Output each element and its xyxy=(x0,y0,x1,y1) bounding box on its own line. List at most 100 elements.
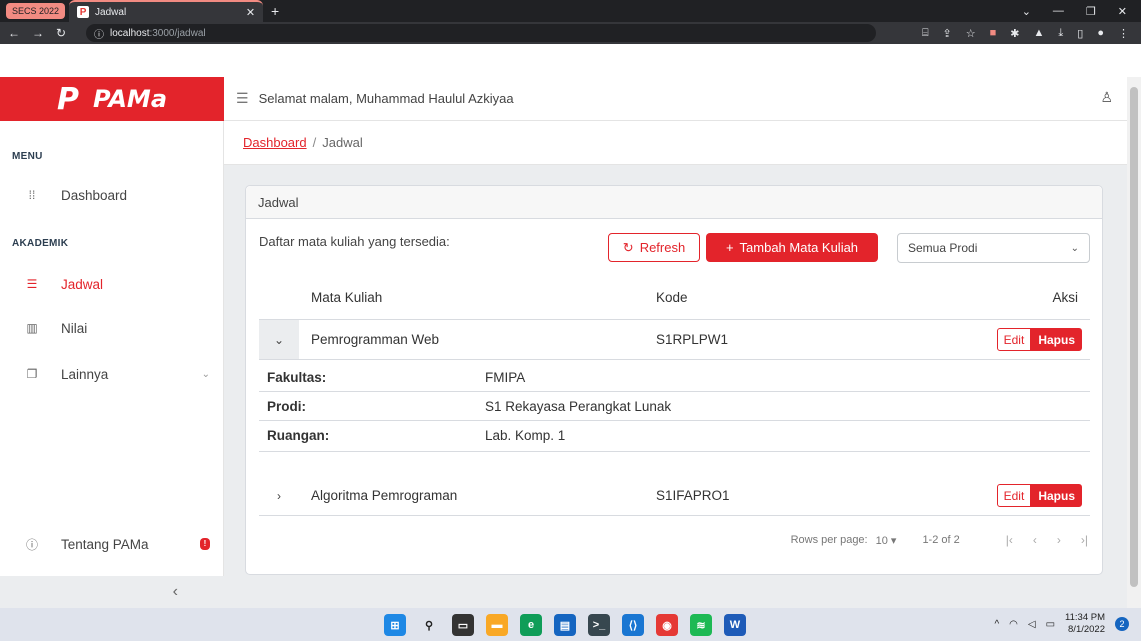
back-icon[interactable]: ← xyxy=(8,26,20,40)
windows-start-icon[interactable]: ⊞ xyxy=(384,614,406,636)
breadcrumb-dashboard-link[interactable]: Dashboard xyxy=(243,135,307,150)
close-window-icon[interactable]: ✕ xyxy=(1118,5,1127,18)
add-course-button[interactable]: + Tambah Mata Kuliah xyxy=(706,233,878,262)
sidebar: P PAMa MENU ⁞⁞ Dashboard AKADEMIK ☰ Jadw… xyxy=(0,77,224,608)
browser-menu-icon[interactable]: ⋮ xyxy=(1118,27,1129,40)
minimize-icon[interactable]: — xyxy=(1053,5,1064,18)
url-field[interactable]: ⓘ localhost:3000/jadwal xyxy=(86,24,876,42)
row-actions: Edit Hapus xyxy=(996,484,1082,507)
lab-flask-icon[interactable]: ▲ xyxy=(1034,27,1045,40)
table-row[interactable]: ⌄ Pemrogramman Web S1RPLPW1 Edit Hapus xyxy=(259,320,1090,360)
prodi-selected-value: Semua Prodi xyxy=(908,241,978,255)
edit-button[interactable]: Edit xyxy=(996,328,1032,351)
delete-button[interactable]: Hapus xyxy=(1031,484,1082,507)
sidebar-item-label: Jadwal xyxy=(61,276,104,292)
word-icon[interactable]: W xyxy=(724,614,746,636)
course-code: S1IFAPRO1 xyxy=(656,488,730,503)
sidebar-collapse-button[interactable]: ‹ xyxy=(0,576,224,608)
tray-overflow-icon[interactable]: ^ xyxy=(994,619,999,630)
vscode-icon[interactable]: ⟨⟩ xyxy=(622,614,644,636)
sidebar-item-lainnya[interactable]: ❐ Lainnya ⌄ xyxy=(0,357,224,391)
prev-page-icon[interactable]: ‹ xyxy=(1033,533,1037,547)
column-header-aksi: Aksi xyxy=(1052,290,1078,305)
tab-title: Jadwal xyxy=(95,6,127,18)
site-info-icon[interactable]: ⓘ xyxy=(94,26,104,41)
notification-badge[interactable]: 2 xyxy=(1115,617,1129,631)
edge-browser-icon[interactable]: e xyxy=(520,614,542,636)
clock[interactable]: 11:34 PM 8/1/2022 xyxy=(1065,612,1105,636)
browser-tab-jadwal[interactable]: P Jadwal ✕ xyxy=(69,0,264,22)
refresh-button[interactable]: ↻ Refresh xyxy=(608,233,700,262)
pama-favicon-icon: P xyxy=(77,6,90,18)
user-icon[interactable]: ♙ xyxy=(1100,89,1113,106)
sidebar-item-jadwal[interactable]: ☰ Jadwal xyxy=(0,267,224,301)
hamburger-menu-icon[interactable]: ☰ xyxy=(236,90,249,107)
sidebar-item-nilai[interactable]: ▥ Nilai xyxy=(0,311,224,345)
new-tab-icon[interactable]: + xyxy=(271,3,279,19)
extension-red-icon[interactable]: ■ xyxy=(990,27,997,40)
rows-per-page-select[interactable]: 10 ▾ xyxy=(876,534,897,547)
extension-icons: ⌸ ⇪ ☆ ■ ✱ ▲ ⤓ ▯ ● ⋮ xyxy=(922,27,1141,40)
url-host: localhost xyxy=(110,27,150,39)
browser-tab-bar: SECS 2022 P Jadwal ✕ + ⌄ — ❐ ✕ xyxy=(0,0,1141,22)
akademik-section-title: AKADEMIK xyxy=(12,238,69,249)
system-tray: ^ ◠ ◁ ▭ 11:34 PM 8/1/2022 2 xyxy=(994,612,1129,636)
course-code: S1RPLPW1 xyxy=(656,332,729,347)
prodi-select[interactable]: Semua Prodi ⌄ xyxy=(897,233,1090,263)
sidebar-item-label: Nilai xyxy=(61,320,88,336)
search-icon[interactable]: ⚲ xyxy=(418,614,440,636)
page-scrollbar[interactable] xyxy=(1127,77,1141,608)
battery-icon[interactable]: ▭ xyxy=(1046,619,1055,630)
sidebar-item-dashboard[interactable]: ⁞⁞ Dashboard xyxy=(0,178,224,212)
sidebar-item-tentang[interactable]: ⓘ Tentang PAMa ! xyxy=(0,527,224,561)
jadwal-card: Jadwal Daftar mata kuliah yang tersedia:… xyxy=(245,185,1103,575)
collapse-row-button[interactable]: ⌄ xyxy=(259,320,299,359)
last-page-icon[interactable]: ›| xyxy=(1081,533,1088,547)
chevron-down-icon: ⌄ xyxy=(273,332,285,347)
close-tab-icon[interactable]: ✕ xyxy=(246,6,255,19)
detail-value: S1 Rekayasa Perangkat Lunak xyxy=(485,399,672,414)
table-row[interactable]: › Algoritma Pemrograman S1IFAPRO1 Edit H… xyxy=(259,476,1090,516)
forward-icon[interactable]: → xyxy=(32,26,44,40)
task-view-icon[interactable]: ▭ xyxy=(452,614,474,636)
edit-button[interactable]: Edit xyxy=(996,484,1032,507)
reload-icon[interactable]: ↻ xyxy=(56,26,66,40)
plus-icon: + xyxy=(725,240,734,255)
spotify-icon[interactable]: ≋ xyxy=(690,614,712,636)
scrollbar-thumb[interactable] xyxy=(1130,87,1138,587)
restore-icon[interactable]: ❐ xyxy=(1086,5,1096,18)
column-header-mata-kuliah[interactable]: Mata Kuliah xyxy=(311,290,382,305)
download-icon[interactable]: ⤓ xyxy=(1058,27,1063,40)
tab-group-chip[interactable]: SECS 2022 xyxy=(6,3,66,19)
detail-row-fakultas: Fakultas: FMIPA xyxy=(259,360,1090,392)
side-panel-icon[interactable]: ▯ xyxy=(1077,27,1083,40)
refresh-label: Refresh xyxy=(639,240,686,255)
next-page-icon[interactable]: › xyxy=(1057,533,1061,547)
detail-label: Prodi: xyxy=(267,399,306,414)
sidebar-item-label: Tentang PAMa xyxy=(61,536,149,552)
translate-icon[interactable]: ⌸ xyxy=(922,27,929,40)
wifi-icon[interactable]: ◠ xyxy=(1009,619,1018,630)
column-header-kode[interactable]: Kode xyxy=(656,290,688,305)
menu-section-title: MENU xyxy=(12,151,43,162)
rows-per-page-value: 10 xyxy=(875,534,888,547)
share-icon[interactable]: ⇪ xyxy=(943,27,952,40)
clock-time: 11:34 PM xyxy=(1065,612,1105,623)
detail-label: Ruangan: xyxy=(267,428,330,443)
tab-search-icon[interactable]: ⌄ xyxy=(1022,5,1031,18)
bookmark-star-icon[interactable]: ☆ xyxy=(966,27,976,40)
expand-row-button[interactable]: › xyxy=(259,476,299,515)
sidebar-item-label: Lainnya xyxy=(61,366,109,382)
store-icon[interactable]: ▤ xyxy=(554,614,576,636)
first-page-icon[interactable]: |‹ xyxy=(1006,533,1013,547)
brand-logo[interactable]: P PAMa xyxy=(0,77,224,121)
extensions-puzzle-icon[interactable]: ✱ xyxy=(1010,27,1019,40)
profile-avatar-icon[interactable]: ● xyxy=(1097,27,1104,40)
file-explorer-icon[interactable]: ▬ xyxy=(486,614,508,636)
copy-icon: ❐ xyxy=(26,367,38,381)
volume-icon[interactable]: ◁ xyxy=(1028,619,1036,630)
delete-button[interactable]: Hapus xyxy=(1031,328,1082,351)
chrome-icon[interactable]: ◉ xyxy=(656,614,678,636)
terminal-icon[interactable]: >_ xyxy=(588,614,610,636)
card-header: Jadwal xyxy=(246,186,1102,219)
